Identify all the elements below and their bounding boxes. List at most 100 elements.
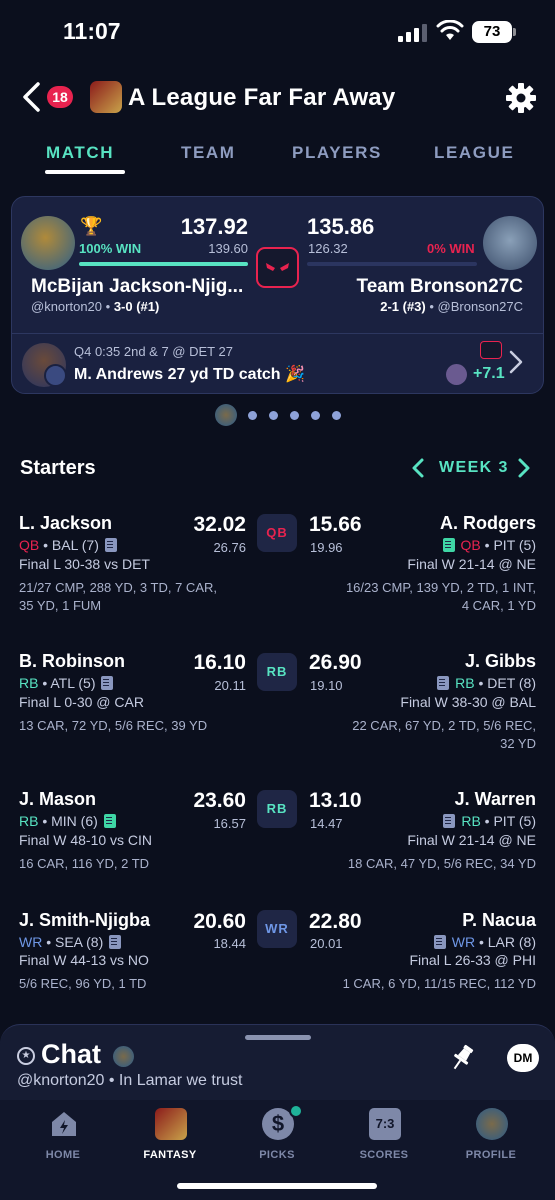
right-game-status: Final W 21-14 @ NE (407, 832, 536, 848)
right-player-name[interactable]: J. Gibbs (340, 651, 536, 672)
right-player-projected: 19.96 (310, 540, 343, 555)
left-score: 137.92 (180, 214, 248, 239)
right-player-info: RB • DET (8) (340, 675, 536, 691)
left-team-record: 3-0 (#1) (113, 299, 160, 314)
position-slot-rb: RB (257, 790, 297, 828)
right-player-projected: 20.01 (310, 936, 343, 951)
tab-players[interactable]: PLAYERS (292, 143, 382, 163)
left-win-pct: 100% WIN (79, 241, 142, 256)
pin-icon[interactable] (448, 1043, 476, 1073)
nav-fantasy[interactable]: FANTASY (125, 1106, 215, 1166)
left-stat-line: 21/27 CMP, 288 YD, 3 TD, 7 CAR, (19, 580, 217, 595)
notification-badge[interactable]: 18 (47, 86, 73, 108)
star-shield-icon: ★ (17, 1047, 35, 1065)
week-label[interactable]: WEEK 3 (439, 459, 509, 477)
live-play-points-delta: +7.1 (473, 365, 505, 382)
left-stat-line: 16 CAR, 116 YD, 2 TD (19, 856, 150, 871)
chevron-right-icon[interactable] (517, 457, 531, 479)
right-player-name[interactable]: J. Warren (340, 789, 536, 810)
home-indicator (177, 1183, 377, 1189)
chevron-right-icon[interactable] (508, 349, 524, 375)
right-player-info: WR • LAR (8) (340, 934, 536, 950)
pager-dot[interactable] (311, 411, 320, 420)
note-icon[interactable] (442, 538, 455, 552)
tab-match[interactable]: MATCH (46, 143, 114, 163)
nav-scores[interactable]: 7:3 SCORES (339, 1106, 429, 1166)
player-position: QB (460, 537, 481, 553)
left-team-meta: @knorton20 • 3-0 (#1) (31, 299, 160, 314)
right-stat-line: 22 CAR, 67 YD, 2 TD, 5/6 REC, (352, 718, 536, 733)
chat-title[interactable]: Chat (41, 1039, 101, 1070)
note-icon[interactable] (101, 676, 114, 690)
left-player-projected: 18.44 (213, 936, 246, 951)
right-player-name[interactable]: P. Nacua (340, 910, 536, 931)
nav-home[interactable]: HOME (18, 1106, 108, 1166)
left-player-name[interactable]: J. Mason (19, 789, 96, 810)
back-chevron-icon[interactable] (18, 80, 46, 114)
drag-handle[interactable] (245, 1035, 311, 1040)
position-slot-qb: QB (257, 514, 297, 552)
pager-avatar[interactable] (215, 404, 237, 426)
player-team: • BAL (7) (43, 537, 99, 553)
pager-dot[interactable] (290, 411, 299, 420)
note-icon[interactable] (104, 538, 117, 552)
left-game-status: Final L 0-30 @ CAR (19, 694, 144, 710)
pager-dot[interactable] (269, 411, 278, 420)
left-game-status: Final L 30-38 vs DET (19, 556, 150, 572)
chat-last-message[interactable]: @knorton20 • In Lamar we trust (17, 1072, 243, 1090)
left-player-info: RB • ATL (5) (19, 675, 115, 691)
card-divider (11, 333, 544, 334)
live-play-description: M. Andrews 27 yd TD catch 🎉 (74, 366, 305, 383)
player-team: • ATL (5) (42, 675, 96, 691)
left-player-projected: 20.11 (214, 678, 246, 693)
league-avatar (90, 81, 122, 113)
right-team-handle: @Bronson27C (437, 299, 523, 314)
left-player-projected: 26.76 (213, 540, 246, 555)
left-win-bar (79, 262, 248, 266)
player-position: RB (19, 813, 39, 829)
note-icon[interactable] (109, 935, 122, 949)
starters-title: Starters (20, 457, 96, 479)
team-mini-avatar (44, 364, 67, 387)
left-win-bar-fill (79, 262, 248, 266)
pager-dot[interactable] (248, 411, 257, 420)
left-team-name: McBijan Jackson-Njig... (31, 276, 244, 297)
fantasy-avatar-icon (155, 1108, 187, 1140)
left-player-name[interactable]: L. Jackson (19, 513, 112, 534)
note-icon[interactable] (103, 814, 116, 828)
pager-dot[interactable] (332, 411, 341, 420)
left-game-status: Final W 48-10 vs CIN (19, 832, 153, 848)
profile-avatar-icon (476, 1108, 508, 1140)
player-team: • SEA (8) (46, 934, 104, 950)
tab-league[interactable]: LEAGUE (434, 143, 514, 163)
player-team: • DET (8) (478, 675, 536, 691)
tab-team[interactable]: TEAM (181, 143, 236, 163)
league-title: A League Far Far Away (128, 84, 396, 111)
right-projected: 126.32 (308, 241, 348, 256)
player-team: • PIT (5) (484, 813, 536, 829)
nav-picks[interactable]: $ PICKS (232, 1104, 322, 1166)
right-win-pct: 0% WIN (427, 241, 475, 256)
left-player-points: 20.60 (193, 910, 246, 933)
note-icon[interactable] (433, 935, 446, 949)
chevron-left-icon[interactable] (411, 457, 425, 479)
right-stat-line: 16/23 CMP, 139 YD, 2 TD, 1 INT, (345, 580, 536, 595)
player-position: QB (19, 537, 40, 553)
left-player-name[interactable]: B. Robinson (19, 651, 125, 672)
right-stat-line: 1 CAR, 6 YD, 11/15 REC, 112 YD (342, 976, 536, 991)
nav-home-label: HOME (45, 1149, 81, 1161)
right-stat-line: 18 CAR, 47 YD, 5/6 REC, 34 YD (347, 856, 536, 871)
dm-button[interactable]: DM (507, 1044, 539, 1072)
left-player-info: WR • SEA (8) (19, 934, 123, 950)
player-team: • LAR (8) (478, 934, 536, 950)
battery-tip (513, 28, 516, 36)
left-player-name[interactable]: J. Smith-Njigba (19, 910, 150, 931)
note-icon[interactable] (443, 814, 456, 828)
nav-profile[interactable]: PROFILE (446, 1106, 536, 1166)
gear-icon[interactable] (505, 82, 537, 114)
player-position: WR (19, 934, 43, 950)
nav-picks-label: PICKS (259, 1149, 295, 1161)
note-icon[interactable] (437, 676, 450, 690)
right-player-name[interactable]: A. Rodgers (340, 513, 536, 534)
position-slot-wr: WR (257, 910, 297, 948)
